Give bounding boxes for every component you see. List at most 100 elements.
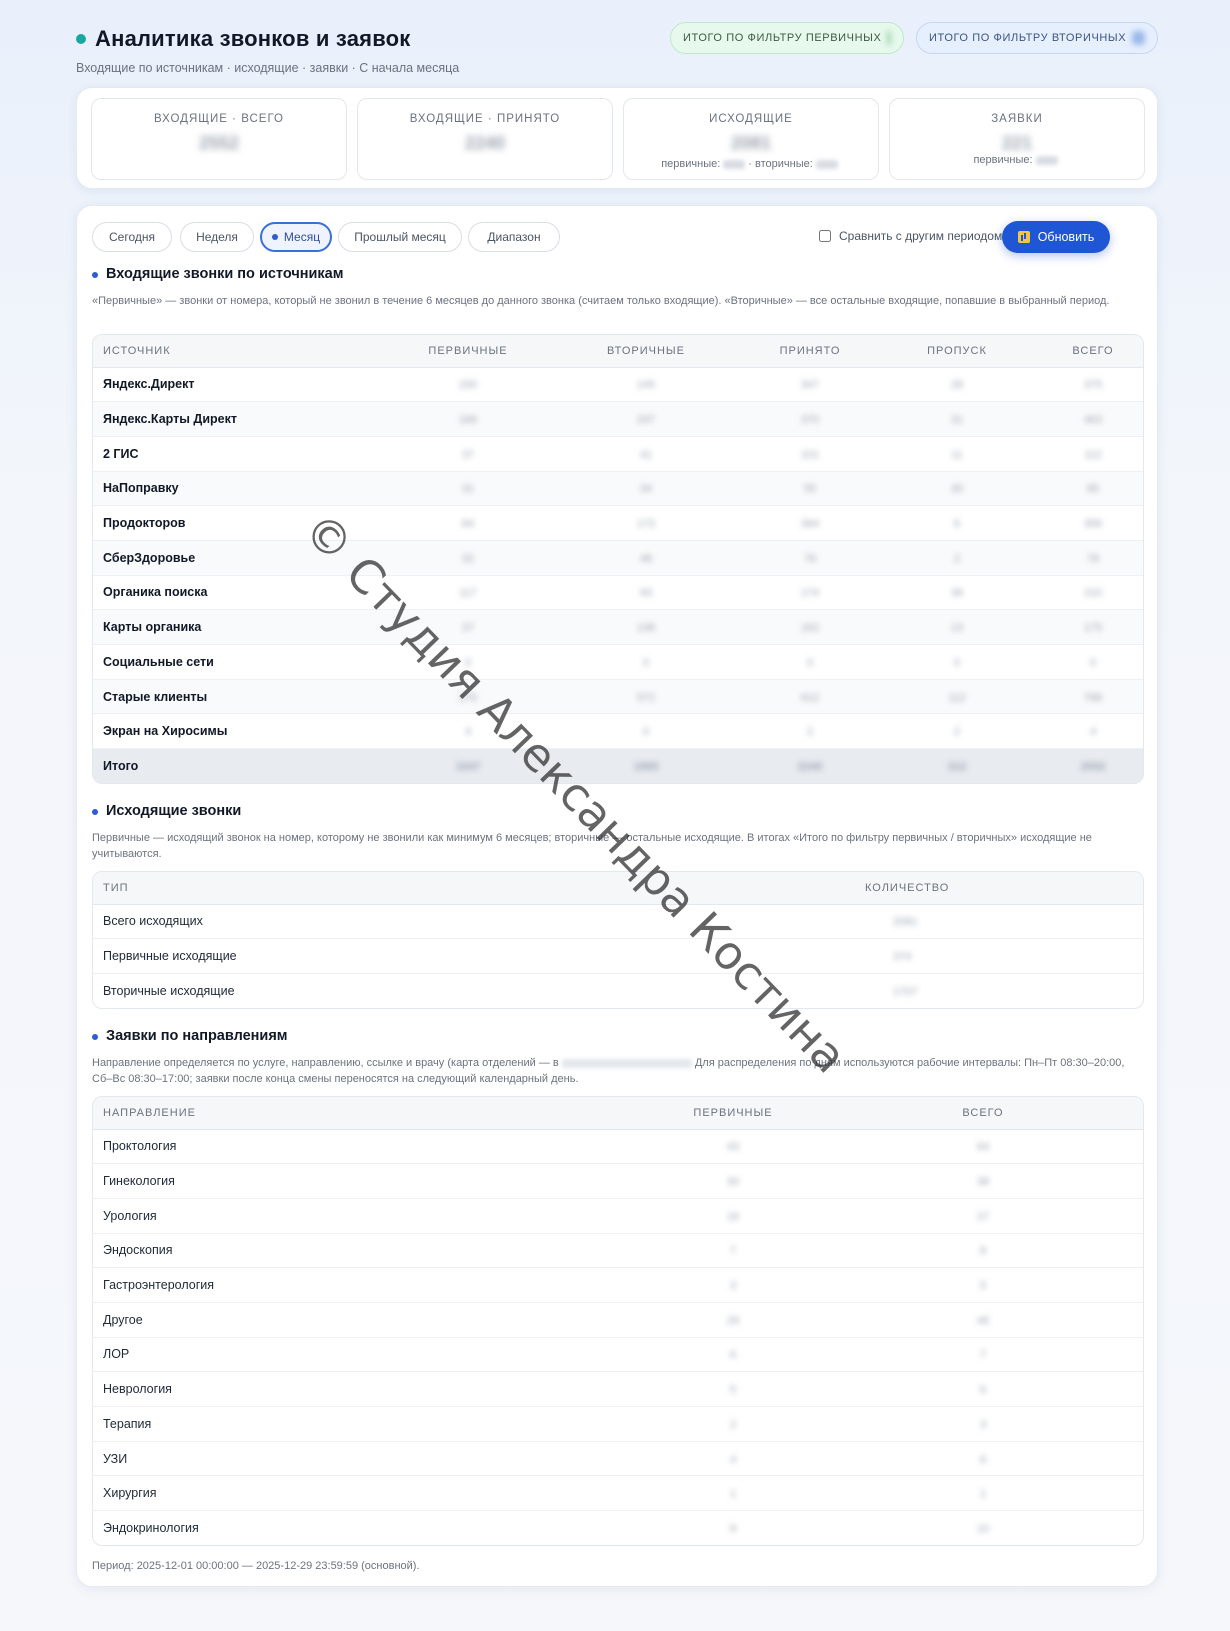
source-name: Социальные сети: [93, 644, 393, 680]
kpi-sub-blurred: [815, 159, 838, 169]
chart-icon: [1017, 231, 1030, 243]
table-header-row: ТИП КОЛИЧЕСТВО: [93, 872, 1143, 905]
kpi-sub-blurred: [723, 159, 746, 169]
table-row: Социальные сети 0 0 0 0 0: [93, 644, 1143, 680]
blurred-value: 210: [1083, 587, 1103, 600]
blurred-value: 3: [729, 1280, 737, 1293]
kpi-outgoing: ИСХОДЯЩИЕ 2081 первичные: · вторичные:: [623, 98, 879, 180]
value-cell: 30: [643, 1163, 823, 1199]
compare-period-toggle[interactable]: Сравнить с другим периодом: [819, 229, 1002, 243]
blurred-value: 2240: [797, 760, 823, 773]
value-cell: 0: [1043, 644, 1143, 680]
outgoing-type: Вторичные исходящие: [103, 983, 235, 998]
value-cell: 64: [823, 1129, 1143, 1165]
table-row: Старые клиенты 276 572 612 112 788: [93, 679, 1143, 715]
blurred-value: 10: [976, 1523, 990, 1536]
direction-name: Эндоскопия: [93, 1233, 643, 1269]
value-cell: 2: [643, 1406, 823, 1442]
blurred-value: 364: [800, 518, 820, 531]
table-row: Другое 29 46: [93, 1302, 1143, 1338]
total-primary-value-blurred: [887, 31, 891, 45]
value-cell: 166: [393, 401, 543, 437]
value-cell: 1: [643, 1475, 823, 1512]
table-row: 2 ГИС 37 41 101 11 112: [93, 436, 1143, 472]
main-card: Сегодня Неделя Месяц Прошлый месяц Диапа…: [76, 205, 1158, 1587]
value-cell: 0: [393, 644, 543, 680]
blurred-value: 0: [642, 726, 650, 739]
period-last-month-button[interactable]: Прошлый месяц: [338, 222, 462, 252]
value-cell: 5: [643, 1371, 823, 1407]
blurred-value: 3: [979, 1418, 987, 1431]
blurred-value: 138: [636, 622, 656, 635]
blurred-value: 38: [976, 1176, 990, 1189]
analytics-page: Аналитика звонков и заявок Входящие по и…: [76, 0, 1158, 1587]
table-row: Карты органика 37 138 162 13 175: [93, 609, 1143, 645]
value-cell: 8: [823, 1233, 1143, 1269]
blurred-value: 5: [979, 1280, 987, 1293]
column-header: ПЕРВИЧНЫЕ: [643, 1097, 823, 1130]
blurred-value: 76: [803, 552, 817, 565]
blurred-value: 6: [979, 1453, 987, 1466]
total-secondary-value-blurred: [1132, 31, 1145, 45]
blurred-value: 7: [729, 1245, 737, 1258]
source-name: Продокторов: [93, 505, 393, 541]
blurred-value: 55: [803, 483, 817, 496]
table-row: УЗИ 4 6: [93, 1441, 1143, 1477]
value-cell: 175: [1043, 609, 1143, 645]
value-cell: 230: [393, 367, 543, 403]
period-today-button[interactable]: Сегодня: [92, 222, 172, 252]
blurred-value: 572: [636, 691, 656, 704]
period-range-button[interactable]: Диапазон: [468, 222, 560, 252]
blurred-value: 112: [1084, 448, 1102, 461]
kpi-sub: первичные: · вторичные:: [624, 158, 878, 170]
period-month-button[interactable]: Месяц: [260, 222, 332, 252]
outgoing-type: Всего исходящих: [93, 904, 853, 940]
refresh-button[interactable]: Обновить: [1002, 221, 1110, 253]
blurred-value: 27: [976, 1210, 990, 1223]
direction-name: Хирургия: [93, 1475, 643, 1512]
blurred-value: 4: [729, 1453, 737, 1466]
value-cell: 0: [543, 644, 749, 680]
blurred-value: 30: [726, 1176, 740, 1189]
blurred-value: 6: [953, 518, 961, 531]
direction-name: Урология: [93, 1198, 643, 1234]
direction-name: Неврология: [93, 1371, 643, 1407]
value-cell: 375: [1043, 367, 1143, 403]
blurred-value: 16: [726, 1210, 740, 1223]
value-cell: 84: [393, 505, 543, 541]
blurred-value: 31: [461, 483, 475, 496]
value-cell: 101: [749, 436, 871, 472]
value-cell: 43: [643, 1129, 823, 1165]
value-cell: 78: [1043, 540, 1143, 576]
blurred-value: 172: [636, 518, 656, 531]
blurred-value: 174: [800, 587, 820, 600]
kpi-value: 2081: [730, 133, 772, 153]
incoming-section-description: «Первичные» — звонки от номера, который …: [92, 295, 1110, 307]
value-cell: 370: [749, 401, 871, 437]
direction-name: Проктология: [93, 1129, 643, 1165]
value-cell: 6: [823, 1371, 1143, 1407]
value-cell: 93: [543, 575, 749, 611]
blurred-value: 175: [1083, 622, 1103, 635]
page-header: Аналитика звонков и заявок Входящие по и…: [76, 0, 1158, 84]
table-header-row: ИСТОЧНИК ПЕРВИЧНЫЕ ВТОРИЧНЫЕ ПРИНЯТО ПРО…: [93, 335, 1143, 368]
blurred-value: 46: [976, 1314, 990, 1327]
source-name: Старые клиенты: [93, 679, 393, 715]
table-row: Органика поиска 117 93 174 36 210: [93, 575, 1143, 611]
blurred-value: 2: [729, 1418, 737, 1431]
kpi-value: 221: [1001, 133, 1033, 153]
table-row: Урология 16 27: [93, 1198, 1143, 1234]
value-cell: 572: [543, 679, 749, 715]
value-cell: 1: [823, 1475, 1143, 1512]
column-header: КОЛИЧЕСТВО: [853, 872, 1143, 905]
period-week-button[interactable]: Неделя: [180, 222, 254, 252]
compare-period-checkbox[interactable]: [819, 230, 831, 242]
value-cell: 0: [871, 644, 1043, 680]
value-cell: 37: [393, 609, 543, 645]
refresh-label: Обновить: [1037, 230, 1095, 244]
value-cell: 788: [1043, 679, 1143, 715]
blurred-value: 2081: [893, 916, 918, 929]
value-cell: 16: [643, 1198, 823, 1234]
direction-name: Эндокринология: [103, 1521, 199, 1536]
kpi-sub: первичные:: [890, 154, 1144, 166]
